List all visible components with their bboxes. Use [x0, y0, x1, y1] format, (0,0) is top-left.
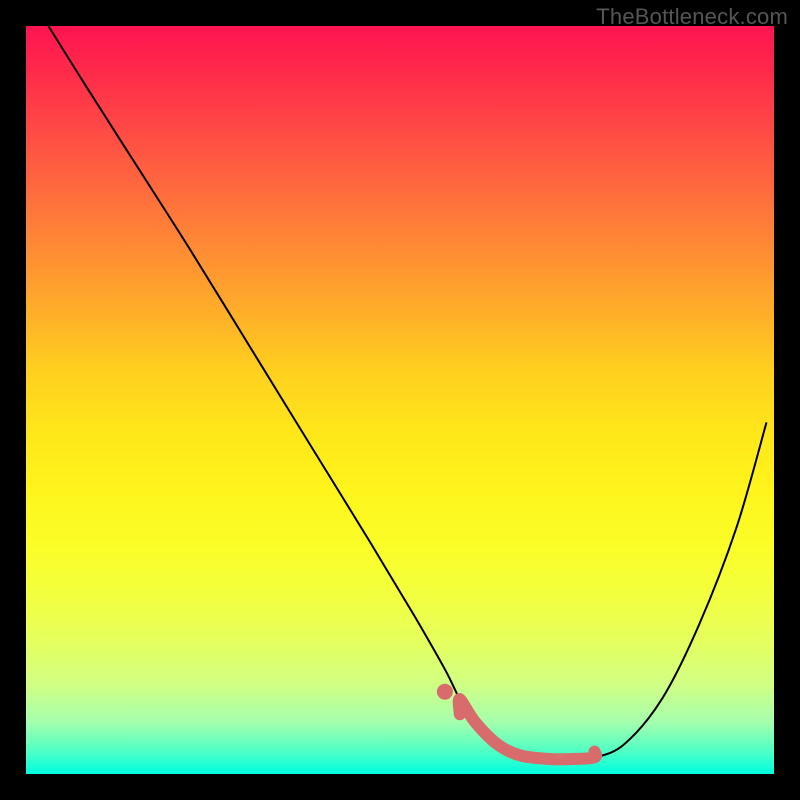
- chart-container: TheBottleneck.com: [0, 0, 800, 800]
- bottleneck-curve-path: [48, 26, 766, 759]
- chart-overlay: [26, 26, 774, 774]
- highlight-band-path: [459, 699, 596, 759]
- highlight-start-dot: [437, 684, 453, 700]
